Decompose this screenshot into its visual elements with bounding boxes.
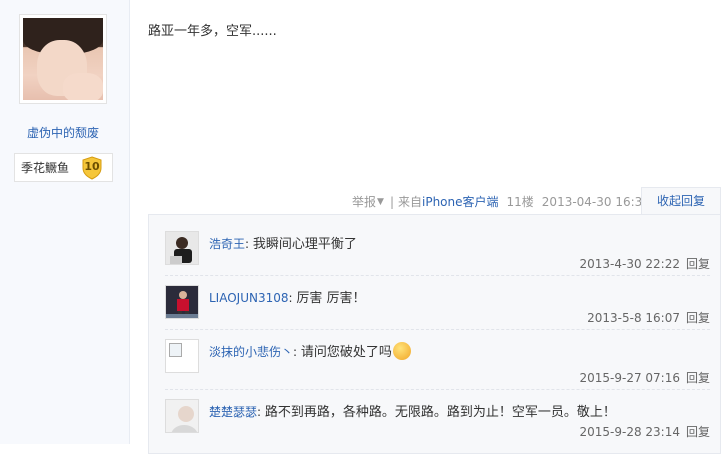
reply-button[interactable]: 回复	[686, 257, 710, 271]
source-link[interactable]: iPhone客户端	[422, 193, 499, 210]
reply-text: 淡抹的小悲伤丶: 请问您破处了吗	[209, 341, 411, 360]
author-avatar[interactable]	[19, 14, 107, 104]
reply-message: 路不到再路，各种路。无限路。路到为止！空军一员。敬上！	[264, 405, 616, 420]
reply-meta: 2013-5-8 16:07 回复	[587, 309, 710, 326]
divider	[165, 275, 710, 276]
author-name[interactable]: 虚伪中的颓废	[0, 124, 126, 141]
reply-text: 浩奇王: 我瞬间心理平衡了	[209, 237, 357, 252]
reply-time: 2015-9-27 07:16	[579, 371, 680, 385]
source-prefix: 来自	[397, 195, 422, 209]
reply-avatar[interactable]	[165, 339, 199, 373]
floor-number: 11楼	[506, 195, 534, 209]
reply-meta: 2013-4-30 22:22 回复	[579, 255, 710, 272]
post-content: 路亚一年多，空军......	[148, 24, 277, 39]
reply-button[interactable]: 回复	[686, 311, 710, 325]
reply-username[interactable]: 淡抹的小悲伤丶	[209, 345, 293, 359]
reply-time: 2013-5-8 16:07	[587, 311, 680, 325]
reply-meta: 2015-9-28 23:14 回复	[579, 423, 710, 440]
level-shield-icon: 10	[81, 156, 103, 180]
report-link[interactable]: 举报	[352, 193, 376, 210]
collapse-replies-button[interactable]: 收起回复	[641, 187, 721, 214]
post-time: 2013-04-30 16:32	[541, 194, 650, 209]
reply-avatar[interactable]	[165, 285, 199, 319]
reply-time: 2013-4-30 22:22	[579, 257, 680, 271]
reply-text: LIAOJUN3108: 厉害 厉害！	[209, 291, 366, 306]
reply-avatar[interactable]	[165, 399, 199, 433]
reply-username[interactable]: 浩奇王	[209, 237, 245, 251]
divider: |	[389, 194, 394, 209]
reply-button[interactable]: 回复	[686, 425, 710, 439]
reply-meta: 2015-9-27 07:16 回复	[579, 369, 710, 386]
reply-message: 厉害 厉害！	[296, 291, 366, 306]
member-badge[interactable]: 季花鳜鱼 10	[14, 153, 113, 182]
reply-username[interactable]: LIAOJUN3108	[209, 291, 289, 305]
laugh-emoji-icon	[392, 342, 411, 360]
reply-username[interactable]: 楚楚瑟瑟	[209, 405, 257, 419]
badge-name: 季花鳜鱼	[21, 161, 70, 175]
badge-level: 10	[84, 160, 100, 173]
broken-image-icon	[166, 340, 198, 372]
reply-list: 浩奇王: 我瞬间心理平衡了 2013-4-30 22:22 回复 LIAOJUN3…	[148, 214, 721, 454]
reply-text: 楚楚瑟瑟: 路不到再路，各种路。无限路。路到为止！空军一员。敬上！	[209, 405, 616, 420]
reply-message: 我瞬间心理平衡了	[252, 237, 357, 252]
reply-button[interactable]: 回复	[686, 371, 710, 385]
reply-time: 2015-9-28 23:14	[579, 425, 680, 439]
author-sidebar: 虚伪中的颓废 季花鳜鱼 10	[0, 0, 130, 444]
post-tail: 举报 ▼ | 来自 iPhone客户端 11楼 2013-04-30 16:32	[352, 193, 650, 210]
chevron-down-icon[interactable]: ▼	[377, 197, 384, 207]
divider	[165, 389, 710, 390]
reply-avatar[interactable]	[165, 231, 199, 265]
avatar-image	[23, 18, 103, 100]
divider	[165, 329, 710, 330]
reply-message: 请问您破处了吗	[300, 345, 392, 360]
